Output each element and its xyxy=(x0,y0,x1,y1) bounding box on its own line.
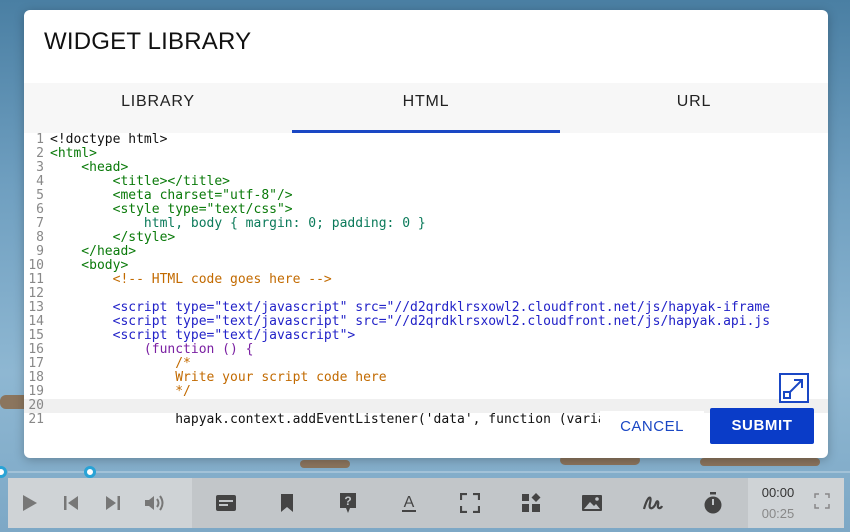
volume-icon[interactable] xyxy=(134,478,176,528)
caption-icon[interactable] xyxy=(203,478,249,528)
code-line: </head> xyxy=(50,244,137,259)
code-line: hapyak.context.addEventListener('data', … xyxy=(50,412,661,427)
submit-button[interactable]: SUBMIT xyxy=(710,408,814,444)
background-branch xyxy=(700,458,820,466)
code-line: <script type="text/javascript" src="//d2… xyxy=(50,314,771,329)
widget-icon[interactable] xyxy=(508,478,554,528)
line-number: 2 xyxy=(36,146,44,161)
bookmark-icon[interactable] xyxy=(264,478,310,528)
code-line: (function () { xyxy=(50,342,254,357)
code-line: <head> xyxy=(50,160,129,175)
line-number: 7 xyxy=(36,216,44,231)
line-number: 17 xyxy=(28,356,44,371)
line-number: 20 xyxy=(28,398,44,413)
line-number: 1 xyxy=(36,133,44,147)
image-icon[interactable] xyxy=(569,478,615,528)
play-icon[interactable] xyxy=(8,478,50,528)
code-line: </style> xyxy=(50,230,176,245)
widget-tools: ? A xyxy=(192,478,748,528)
code-line: <title></title> xyxy=(50,174,231,189)
line-number: 14 xyxy=(28,314,44,329)
draw-icon[interactable] xyxy=(630,478,676,528)
line-number: 11 xyxy=(28,272,44,287)
line-number: 13 xyxy=(28,300,44,315)
code-line: html, body { margin: 0; padding: 0 } xyxy=(50,216,426,231)
modal-title: WIDGET LIBRARY xyxy=(44,28,252,55)
line-number: 21 xyxy=(28,412,44,427)
line-number: 4 xyxy=(36,174,44,189)
line-number: 18 xyxy=(28,370,44,385)
timeline-start-knob[interactable] xyxy=(0,466,7,478)
line-number: 12 xyxy=(28,286,44,301)
tab-bar: LIBRARY HTML URL xyxy=(24,83,828,133)
line-number: 6 xyxy=(36,202,44,217)
line-number: 16 xyxy=(28,342,44,357)
skip-forward-icon[interactable] xyxy=(92,478,134,528)
code-line: /* xyxy=(50,356,191,371)
code-editor[interactable]: 1 <!doctype html> 2 <html> 3 <head> 4 <tit… xyxy=(24,133,828,426)
question-icon[interactable]: ? xyxy=(325,478,371,528)
tab-url[interactable]: URL xyxy=(560,83,828,133)
line-number: 8 xyxy=(36,230,44,245)
cancel-button[interactable]: CANCEL xyxy=(600,411,704,443)
code-line: <style type="text/css"> xyxy=(50,202,293,217)
time-display: 00:00 00:25 xyxy=(748,482,808,524)
timeline-scrubber[interactable] xyxy=(0,466,850,478)
tab-library[interactable]: LIBRARY xyxy=(24,83,292,133)
code-line: <!-- HTML code goes here --> xyxy=(50,272,332,287)
code-line: <!doctype html> xyxy=(50,133,168,147)
widget-library-modal: WIDGET LIBRARY LIBRARY HTML URL 1 <!docty… xyxy=(24,10,828,458)
svg-text:A: A xyxy=(404,494,415,511)
tab-html[interactable]: HTML xyxy=(292,83,560,133)
line-number: 10 xyxy=(28,258,44,273)
line-number: 5 xyxy=(36,188,44,203)
timeline-playhead-knob[interactable] xyxy=(84,466,96,478)
player-controls: ? A 00:00 00:25 xyxy=(8,478,844,528)
line-number: 9 xyxy=(36,244,44,259)
code-line: <meta charset="utf-8"/> xyxy=(50,188,293,203)
fullscreen-icon[interactable] xyxy=(814,493,834,513)
duration-time: 00:25 xyxy=(761,506,795,521)
code-line: <html> xyxy=(50,146,97,161)
frame-icon[interactable] xyxy=(447,478,493,528)
timer-icon[interactable] xyxy=(690,478,736,528)
expand-icon[interactable] xyxy=(779,373,809,403)
timeline-track[interactable] xyxy=(8,471,850,473)
code-line: <script type="text/javascript" src="//d2… xyxy=(50,300,771,315)
text-icon[interactable]: A xyxy=(386,478,432,528)
skip-back-icon[interactable] xyxy=(50,478,92,528)
line-number: 15 xyxy=(28,328,44,343)
line-number: 3 xyxy=(36,160,44,175)
svg-text:?: ? xyxy=(345,494,352,508)
current-time: 00:00 xyxy=(761,485,795,500)
code-line: */ xyxy=(50,384,191,399)
line-number: 19 xyxy=(28,384,44,399)
code-line: <script type="text/javascript"> xyxy=(50,328,356,343)
code-line: <body> xyxy=(50,258,129,273)
code-line: Write your script code here xyxy=(50,370,387,385)
